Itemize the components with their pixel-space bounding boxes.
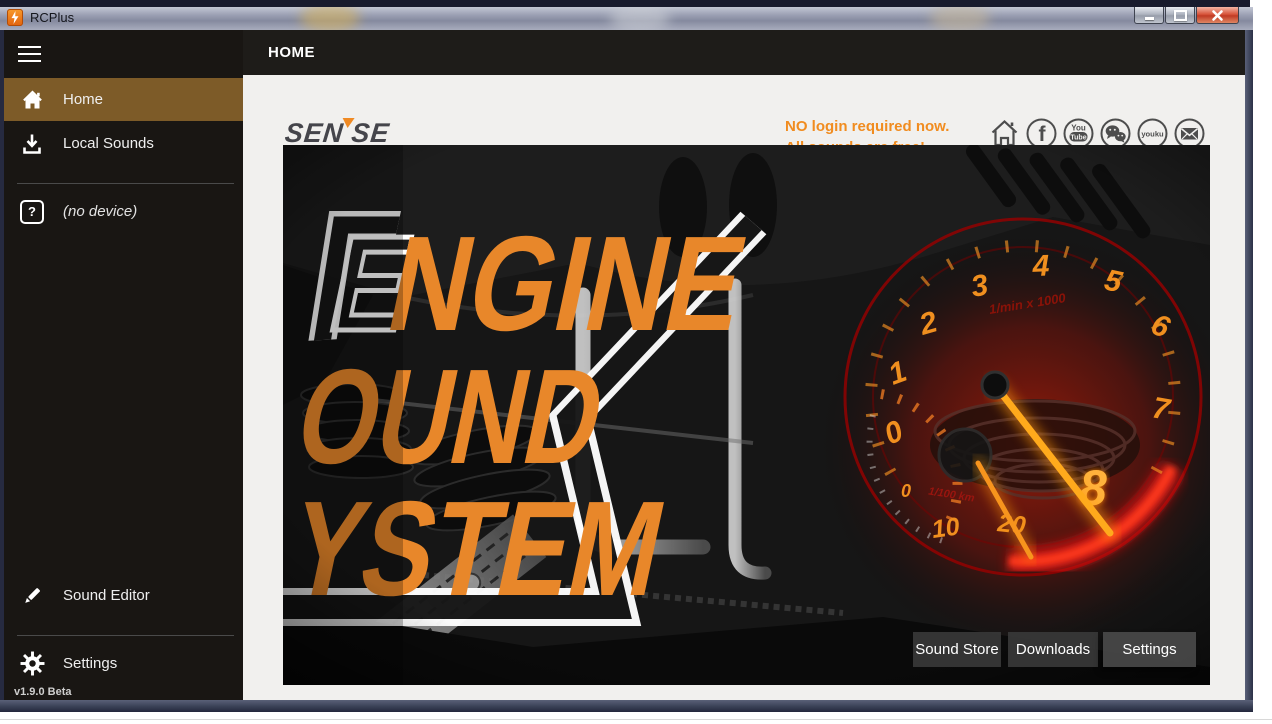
sidebar-divider [17, 183, 234, 184]
window-border-bottom [0, 700, 1253, 712]
desktop-blur-blob [930, 7, 990, 31]
desktop-blur-blob [610, 7, 670, 31]
download-icon [19, 131, 45, 157]
close-icon [1211, 9, 1224, 22]
desktop: RCPlus Home Local Sounds [0, 0, 1272, 724]
promo-line1: NO login required now. [785, 116, 949, 137]
sound-store-button[interactable]: Sound Store [913, 632, 1001, 667]
sidebar-item-local-sounds[interactable]: Local Sounds [4, 122, 243, 165]
sidebar-item-device[interactable]: ? (no device) [4, 190, 243, 233]
lightning-icon [10, 11, 20, 24]
sidebar-item-label: Settings [63, 655, 117, 672]
settings-button[interactable]: Settings [1103, 632, 1196, 667]
minimize-button[interactable] [1134, 7, 1164, 24]
window-title: RCPlus [30, 10, 74, 25]
close-button[interactable] [1196, 7, 1239, 24]
sidebar-item-home[interactable]: Home [4, 78, 243, 121]
downloads-button[interactable]: Downloads [1008, 632, 1098, 667]
sidebar-item-label: (no device) [63, 203, 137, 220]
window-controls [1133, 7, 1239, 25]
desktop-edge-line [0, 719, 1272, 720]
hero-banner: E NGINE OUND YSTEM 0 [283, 145, 1210, 685]
desktop-blur-blob [300, 7, 360, 31]
app-version: v1.9.0 Beta [14, 686, 71, 698]
logo-text: SE [350, 118, 391, 148]
window-border-right [1245, 30, 1253, 700]
svg-text:You: You [1071, 124, 1086, 133]
sidebar-item-label: Home [63, 91, 103, 108]
window-titlebar[interactable]: RCPlus [0, 7, 1253, 31]
maximize-button[interactable] [1165, 7, 1195, 24]
main-area: HOME SENSE NO login required now. All so… [243, 30, 1245, 700]
minimize-icon [1145, 17, 1154, 20]
maximize-icon [1174, 10, 1187, 21]
question-icon: ? [19, 199, 45, 225]
banner-graphic: E NGINE OUND YSTEM 0 [283, 145, 1210, 685]
window-top-edge [0, 0, 1250, 7]
sidebar-item-label: Local Sounds [63, 135, 154, 152]
sidebar-divider [17, 635, 234, 636]
sidebar-item-settings[interactable]: Settings [4, 642, 243, 685]
page-header: HOME [243, 30, 1245, 75]
sidebar-item-sound-editor[interactable]: Sound Editor [4, 574, 243, 617]
gear-icon [19, 651, 45, 677]
logo-text: SEN [283, 118, 345, 148]
hamburger-menu-icon[interactable] [18, 46, 44, 64]
pencil-icon [19, 583, 45, 609]
svg-text:Tube: Tube [1070, 134, 1086, 141]
home-icon [19, 87, 45, 113]
page-title: HOME [268, 44, 315, 61]
svg-text:f: f [1039, 123, 1047, 146]
svg-text:youku: youku [1141, 130, 1164, 139]
sidebar-item-label: Sound Editor [63, 587, 150, 604]
sidebar: Home Local Sounds ? (no device) Sound Ed… [4, 30, 243, 700]
app-icon [7, 9, 23, 26]
